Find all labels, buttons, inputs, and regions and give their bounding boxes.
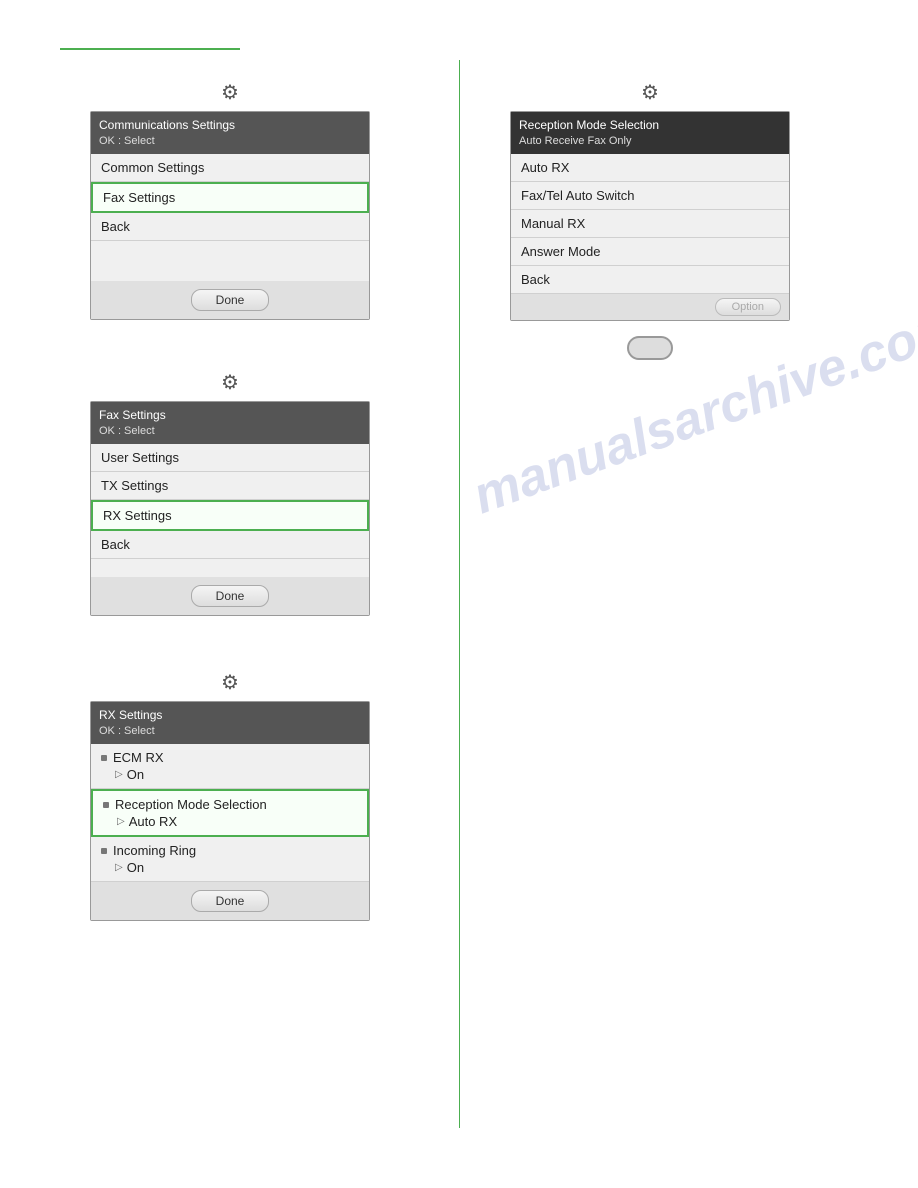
- rx-row-ecm-rx[interactable]: ECM RX ▷ On: [91, 744, 369, 789]
- reception-mode-title: Reception Mode Selection: [519, 117, 781, 134]
- reception-mode-value: Auto RX: [129, 814, 177, 829]
- reception-row-auto-rx[interactable]: Auto RX: [511, 154, 789, 182]
- oval-button-icon: [626, 335, 674, 361]
- rx-row-incoming-ring[interactable]: Incoming Ring ▷ On: [91, 837, 369, 882]
- bullet-icon-incoming: [101, 848, 107, 854]
- comm-settings-done-button[interactable]: Done: [191, 289, 270, 311]
- comm-row-fax-settings[interactable]: Fax Settings: [91, 182, 369, 213]
- fax-row-back[interactable]: Back: [91, 531, 369, 559]
- arrow-icon-reception: ▷: [117, 816, 125, 827]
- rx-settings-header: RX Settings OK : Select: [91, 702, 369, 744]
- bullet-icon-ecm: [101, 755, 107, 761]
- communications-settings-panel: Communications Settings OK : Select Comm…: [90, 111, 370, 320]
- gear-icon-1: ⚙: [221, 80, 239, 105]
- fax-row-user-settings[interactable]: User Settings: [91, 444, 369, 472]
- comm-settings-subtitle: OK : Select: [99, 134, 361, 149]
- comm-settings-footer: Done: [91, 281, 369, 319]
- rx-row-reception-mode[interactable]: Reception Mode Selection ▷ Auto RX: [91, 789, 369, 837]
- incoming-ring-value: On: [127, 860, 144, 875]
- ecm-rx-value: On: [127, 767, 144, 782]
- gear-icon-3: ⚙: [221, 670, 239, 695]
- arrow-icon-incoming: ▷: [115, 862, 123, 873]
- ecm-rx-label: ECM RX: [113, 750, 164, 765]
- fax-settings-title: Fax Settings: [99, 407, 361, 424]
- reception-mode-label: Reception Mode Selection: [115, 797, 267, 812]
- reception-row-back[interactable]: Back: [511, 266, 789, 294]
- option-button[interactable]: Option: [715, 298, 781, 316]
- fax-settings-subtitle: OK : Select: [99, 424, 361, 439]
- fax-settings-panel: Fax Settings OK : Select User Settings T…: [90, 401, 370, 616]
- reception-row-answer-mode[interactable]: Answer Mode: [511, 238, 789, 266]
- reception-mode-subtitle: Auto Receive Fax Only: [519, 134, 781, 149]
- reception-mode-panel: Reception Mode Selection Auto Receive Fa…: [510, 111, 790, 321]
- fax-settings-footer: Done: [91, 577, 369, 615]
- reception-mode-header: Reception Mode Selection Auto Receive Fa…: [511, 112, 789, 154]
- gear-icon-2: ⚙: [221, 370, 239, 395]
- comm-row-common-settings[interactable]: Common Settings: [91, 154, 369, 182]
- rx-settings-footer: Done: [91, 882, 369, 920]
- fax-row-tx-settings[interactable]: TX Settings: [91, 472, 369, 500]
- fax-settings-done-button[interactable]: Done: [191, 585, 270, 607]
- reception-row-manual-rx[interactable]: Manual RX: [511, 210, 789, 238]
- communications-settings-header: Communications Settings OK : Select: [91, 112, 369, 154]
- fax-settings-header: Fax Settings OK : Select: [91, 402, 369, 444]
- comm-row-back[interactable]: Back: [91, 213, 369, 241]
- vertical-divider: [459, 60, 460, 1128]
- arrow-icon-ecm: ▷: [115, 769, 123, 780]
- rx-settings-done-button[interactable]: Done: [191, 890, 270, 912]
- bullet-icon-reception: [103, 802, 109, 808]
- rx-settings-subtitle: OK : Select: [99, 724, 361, 739]
- rx-settings-panel: RX Settings OK : Select ECM RX ▷ On Rece…: [90, 701, 370, 921]
- top-decorative-line: [60, 48, 240, 50]
- fax-row-rx-settings[interactable]: RX Settings: [91, 500, 369, 531]
- incoming-ring-label: Incoming Ring: [113, 843, 196, 858]
- comm-settings-title: Communications Settings: [99, 117, 361, 134]
- rx-settings-title: RX Settings: [99, 707, 361, 724]
- option-area: Option: [511, 294, 789, 320]
- reception-row-fax-tel[interactable]: Fax/Tel Auto Switch: [511, 182, 789, 210]
- gear-icon-right-1: ⚙: [641, 80, 659, 105]
